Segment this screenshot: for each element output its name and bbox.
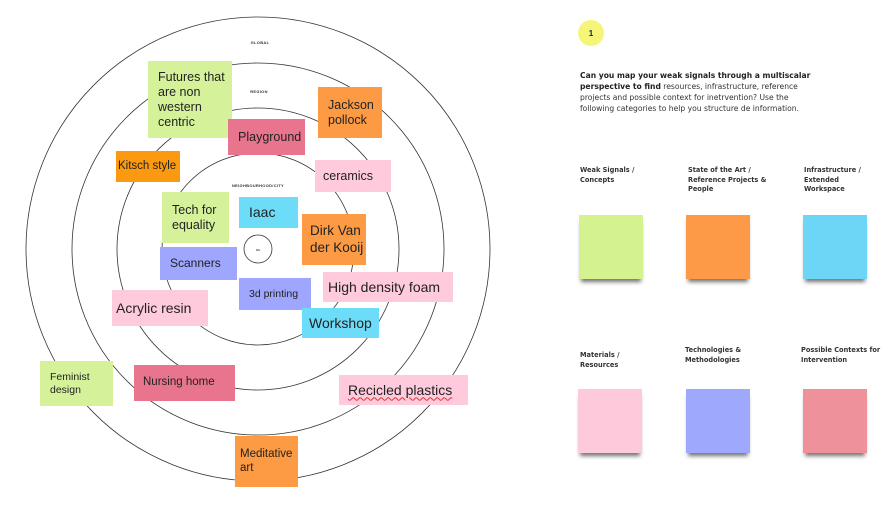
sticky-note[interactable]: Feminist design bbox=[40, 361, 113, 406]
note-text: Acrylic resin bbox=[116, 299, 192, 316]
note-text: Tech for equality bbox=[172, 202, 217, 232]
note-text: Workshop bbox=[309, 314, 372, 331]
multiscalar-map: GLOBAL REGION NEIGHBOURHOOD/CITY ME Futu… bbox=[0, 0, 540, 517]
sticky-note[interactable]: Futures that are non western centric bbox=[148, 61, 232, 138]
sticky-note[interactable]: Nursing home bbox=[134, 365, 235, 401]
note-text: Scanners bbox=[170, 256, 221, 271]
sticky-note[interactable]: ceramics bbox=[315, 160, 391, 192]
note-text: Meditative art bbox=[240, 447, 293, 474]
note-text: Nursing home bbox=[143, 376, 215, 389]
sticky-note[interactable]: Jackson pollock bbox=[318, 87, 382, 138]
sticky-note[interactable]: Iaac bbox=[239, 197, 298, 228]
ring-label-neighbourhood: NEIGHBOURHOOD/CITY bbox=[231, 183, 285, 188]
sticky-materials[interactable] bbox=[578, 389, 642, 453]
sticky-note[interactable]: High density foam bbox=[323, 272, 453, 302]
instruction-text: Can you map your weak signals through a … bbox=[580, 70, 820, 114]
sticky-note[interactable]: Playground bbox=[228, 119, 305, 155]
category-label-technologies: Technologies & Methodologies bbox=[685, 346, 742, 364]
sticky-technologies[interactable] bbox=[686, 389, 750, 453]
sticky-possible-contexts[interactable] bbox=[803, 389, 867, 453]
step-number-badge: 1 bbox=[578, 20, 604, 46]
sticky-note[interactable]: Acrylic resin bbox=[112, 290, 208, 326]
note-text: Feminist design bbox=[50, 370, 90, 396]
sticky-note[interactable]: Kitsch style bbox=[116, 151, 180, 182]
sticky-note[interactable]: Workshop bbox=[302, 308, 379, 338]
sticky-note[interactable]: 3d printing bbox=[239, 278, 311, 310]
note-text: Dirk Van der Kooij bbox=[310, 223, 364, 255]
note-text: Playground bbox=[238, 129, 302, 144]
note-text: Kitsch style bbox=[118, 159, 177, 172]
note-text: Futures that are non western centric bbox=[158, 69, 225, 129]
note-text: High density foam bbox=[328, 278, 441, 295]
category-label-weak-signals: Weak Signals / Concepts bbox=[580, 166, 635, 184]
center-label-me: ME bbox=[255, 248, 261, 252]
category-label-possible-contexts: Possible Contexts for Intervention bbox=[801, 346, 881, 364]
note-text: Iaac bbox=[249, 204, 276, 221]
category-label-infrastructure: Infrastructure / Extended Workspace bbox=[804, 166, 861, 194]
sticky-infrastructure[interactable] bbox=[803, 215, 867, 279]
note-text: 3d printing bbox=[249, 287, 299, 300]
sticky-note[interactable]: Scanners bbox=[160, 247, 237, 280]
note-text: ceramics bbox=[323, 168, 374, 183]
ring-label-global: GLOBAL bbox=[250, 40, 270, 45]
category-label-state-of-the-art: State of the Art / Reference Projects & … bbox=[688, 166, 767, 194]
sticky-weak-signals[interactable] bbox=[579, 215, 643, 279]
sticky-state-of-the-art[interactable] bbox=[686, 215, 750, 279]
sticky-note[interactable]: Meditative art bbox=[235, 436, 298, 487]
note-text: Jackson pollock bbox=[328, 97, 374, 127]
sticky-note[interactable]: Recicled plastics bbox=[339, 375, 468, 405]
sticky-note[interactable]: Dirk Van der Kooij bbox=[302, 214, 366, 265]
category-label-materials: Materials / Resources bbox=[580, 351, 620, 369]
note-text: Recicled plastics bbox=[348, 381, 453, 398]
ring-label-region: REGION bbox=[250, 89, 268, 94]
sticky-note[interactable]: Tech for equality bbox=[162, 192, 229, 243]
